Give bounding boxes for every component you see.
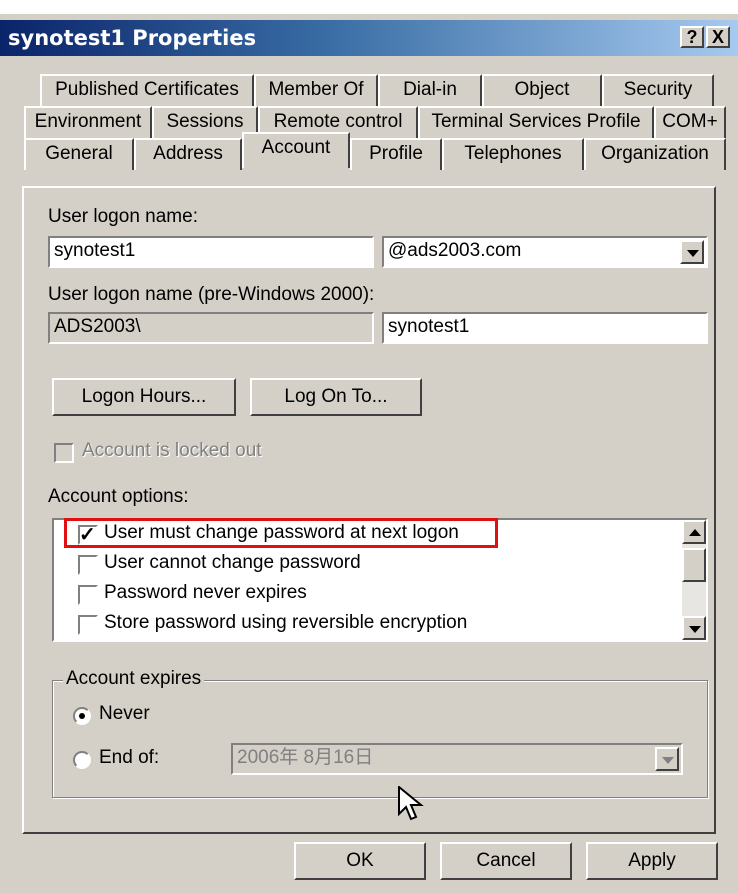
never-radio[interactable] xyxy=(73,707,91,725)
highlight-box xyxy=(64,518,498,548)
scroll-up-button[interactable] xyxy=(682,520,706,544)
radio-selected-icon xyxy=(79,713,85,719)
options-scrollbar[interactable] xyxy=(682,520,706,640)
title-bar[interactable]: synotest1 Properties ? X xyxy=(0,20,738,56)
scroll-down-button[interactable] xyxy=(682,616,706,640)
option-label: Password never expires xyxy=(104,582,307,603)
never-label: Never xyxy=(99,703,150,724)
end-of-radio[interactable] xyxy=(73,751,91,769)
mouse-pointer-icon xyxy=(398,786,424,821)
pre2000-username-input[interactable]: synotest1 xyxy=(382,312,708,344)
chevron-down-icon xyxy=(689,626,701,633)
domain-dropdown-button[interactable] xyxy=(680,240,704,264)
logon-hours-button[interactable]: Logon Hours... xyxy=(52,378,236,416)
pre2000-logon-label: User logon name (pre-Windows 2000): xyxy=(48,284,375,305)
tab-member-of[interactable]: Member Of xyxy=(254,74,378,106)
account-locked-out-label: Account is locked out xyxy=(82,440,262,461)
ok-button[interactable]: OK xyxy=(294,842,426,880)
log-on-to-button[interactable]: Log On To... xyxy=(250,378,422,416)
cancel-button[interactable]: Cancel xyxy=(440,842,572,880)
tab-terminal-services-profile[interactable]: Terminal Services Profile xyxy=(418,106,654,138)
account-locked-out-checkbox[interactable] xyxy=(54,443,74,463)
tab-environment[interactable]: Environment xyxy=(24,106,152,138)
option-label: User cannot change password xyxy=(104,552,361,573)
close-button[interactable]: X xyxy=(706,26,730,48)
chevron-up-icon xyxy=(689,529,701,536)
tab-account[interactable]: Account xyxy=(242,132,350,168)
domain-suffix-combo[interactable]: @ads2003.com xyxy=(382,236,708,268)
end-of-date-picker[interactable]: 2006年 8月16日 xyxy=(231,743,683,775)
cannot-change-password-checkbox[interactable] xyxy=(78,555,98,575)
option-label: Store password using reversible encrypti… xyxy=(104,612,468,633)
pre2000-domain-field: ADS2003\ xyxy=(48,312,374,344)
password-never-expires-checkbox[interactable] xyxy=(78,585,98,605)
apply-button[interactable]: Apply xyxy=(586,842,718,880)
domain-suffix-value: @ads2003.com xyxy=(388,240,522,261)
user-logon-name-label: User logon name: xyxy=(48,206,198,227)
account-expires-title: Account expires xyxy=(63,668,205,690)
tab-security[interactable]: Security xyxy=(602,74,714,106)
scroll-thumb[interactable] xyxy=(682,548,706,582)
end-of-label: End of: xyxy=(99,747,160,768)
account-options-label: Account options: xyxy=(48,486,189,507)
tab-organization[interactable]: Organization xyxy=(584,138,726,170)
help-button[interactable]: ? xyxy=(680,26,704,48)
tab-dial-in[interactable]: Dial-in xyxy=(378,74,482,106)
user-logon-name-input[interactable]: synotest1 xyxy=(48,236,374,268)
properties-dialog: synotest1 Properties ? X Published Certi… xyxy=(0,14,738,893)
chevron-down-icon xyxy=(662,757,674,764)
tab-published-certificates[interactable]: Published Certificates xyxy=(40,74,254,106)
date-dropdown-button[interactable] xyxy=(655,747,679,771)
tab-general[interactable]: General xyxy=(24,138,134,170)
reversible-encryption-checkbox[interactable] xyxy=(78,615,98,635)
window-title: synotest1 Properties xyxy=(8,26,257,50)
tab-object[interactable]: Object xyxy=(482,74,602,106)
tab-com-plus[interactable]: COM+ xyxy=(654,106,726,138)
tab-address[interactable]: Address xyxy=(134,138,242,170)
chevron-down-icon xyxy=(687,250,699,257)
account-tab-panel: User logon name: synotest1 @ads2003.com … xyxy=(22,186,716,834)
tab-telephones[interactable]: Telephones xyxy=(442,138,584,170)
account-expires-group: Account expires Never End of: 2006年 8月16… xyxy=(52,668,708,798)
end-of-date-value: 2006年 8月16日 xyxy=(237,747,374,768)
tab-profile[interactable]: Profile xyxy=(350,138,442,170)
